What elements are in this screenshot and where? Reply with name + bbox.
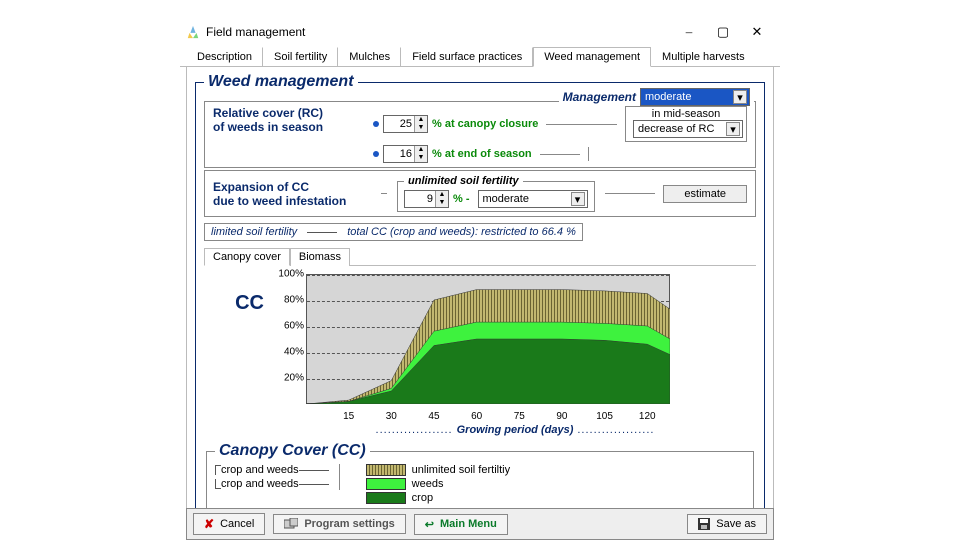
legend-r2: weeds xyxy=(412,478,444,490)
window-title: Field management xyxy=(206,25,305,39)
tab-mulches[interactable]: Mulches xyxy=(338,47,401,67)
weed-management-group: Weed management Management moderate ▾ Re… xyxy=(195,73,765,518)
y-tick: 60% xyxy=(270,321,304,332)
exp-label-2: due to weed infestation xyxy=(213,194,373,208)
closure-text: % at canopy closure xyxy=(432,118,538,130)
y-tick: 20% xyxy=(270,373,304,384)
bullet-icon xyxy=(373,151,379,157)
eos-input[interactable] xyxy=(388,147,414,161)
exp-label-1: Expansion of CC xyxy=(213,180,373,194)
return-icon: ↩ xyxy=(425,518,434,531)
x-tick: 45 xyxy=(428,411,439,422)
legend-title: Canopy Cover (CC) xyxy=(215,442,370,460)
tab-field-surface-practices[interactable]: Field surface practices xyxy=(401,47,533,67)
program-settings-button[interactable]: Program settings xyxy=(273,514,405,534)
exp-pct: % - xyxy=(453,193,470,205)
chevron-down-icon: ▾ xyxy=(733,90,747,104)
titlebar: Field management – ▢ ✕ xyxy=(180,20,780,44)
x-axis-label: Growing period (days) xyxy=(274,424,756,436)
spin-up-icon[interactable]: ▲ xyxy=(436,191,448,199)
cancel-button[interactable]: ✘ Cancel xyxy=(193,513,265,535)
x-tick: 75 xyxy=(514,411,525,422)
save-as-button[interactable]: Save as xyxy=(687,514,767,534)
tab-description[interactable]: Description xyxy=(186,47,263,67)
midseason-combo[interactable]: decrease of RC ▾ xyxy=(633,120,743,138)
management-combo[interactable]: moderate ▾ xyxy=(640,88,750,106)
subtab-biomass[interactable]: Biomass xyxy=(290,248,350,266)
midseason-value: decrease of RC xyxy=(638,123,714,135)
x-tick: 120 xyxy=(639,411,656,422)
swatch-hatch xyxy=(366,464,406,476)
x-tick: 30 xyxy=(386,411,397,422)
restrict-text: total CC (crop and weeds): restricted to… xyxy=(347,226,576,238)
save-label: Save as xyxy=(716,518,756,530)
management-value: moderate xyxy=(645,91,691,103)
legend-r1: unlimited soil fertiltiy xyxy=(412,464,510,476)
spin-up-icon[interactable]: ▲ xyxy=(415,116,427,124)
management-label: Management xyxy=(563,90,636,104)
y-tick: 40% xyxy=(270,347,304,358)
expansion-group: Expansion of CC due to weed infestation … xyxy=(204,170,756,217)
rc-label-1: Relative cover (RC) xyxy=(213,106,363,120)
legend-left-2: crop and weeds xyxy=(221,478,299,490)
tab-weed-management[interactable]: Weed management xyxy=(533,47,651,67)
rc-label-2: of weeds in season xyxy=(213,120,363,134)
tab-soil-fertility[interactable]: Soil fertility xyxy=(263,47,338,67)
group-title: Weed management xyxy=(204,73,358,91)
closure-input[interactable] xyxy=(388,117,414,131)
eos-spin[interactable]: ▲▼ xyxy=(383,145,428,163)
cancel-label: Cancel xyxy=(220,518,254,530)
exp-combo-value: moderate xyxy=(483,193,529,205)
legend-left-1: crop and weeds xyxy=(221,464,299,476)
closure-spin[interactable]: ▲▼ xyxy=(383,115,428,133)
spin-up-icon[interactable]: ▲ xyxy=(415,146,427,154)
spin-down-icon[interactable]: ▼ xyxy=(436,199,448,207)
relative-cover-group: Relative cover (RC) of weeds in season ▲… xyxy=(204,101,756,168)
maximize-button[interactable]: ▢ xyxy=(706,24,740,40)
x-tick: 105 xyxy=(596,411,613,422)
close-button[interactable]: ✕ xyxy=(740,24,774,40)
bullet-icon xyxy=(373,121,379,127)
save-icon xyxy=(698,518,710,530)
tab-multiple-harvests[interactable]: Multiple harvests xyxy=(651,47,756,67)
restrict-label: limited soil fertility xyxy=(211,226,297,238)
legend-box: Canopy Cover (CC) crop and weeds crop an… xyxy=(206,442,754,509)
canopy-chart: 20%40%60%80%100% 153045607590105120 xyxy=(270,274,670,422)
exp-input[interactable] xyxy=(409,192,435,206)
exp-spin[interactable]: ▲▼ xyxy=(404,190,449,208)
cc-axis-label: CC xyxy=(204,274,264,315)
x-tick: 15 xyxy=(343,411,354,422)
midseason-label: in mid-season xyxy=(652,108,720,120)
chevron-down-icon: ▾ xyxy=(726,122,740,136)
y-tick: 80% xyxy=(270,295,304,306)
estimate-button[interactable]: estimate xyxy=(663,185,747,203)
spin-down-icon[interactable]: ▼ xyxy=(415,124,427,132)
main-label: Main Menu xyxy=(440,518,497,530)
chevron-down-icon: ▾ xyxy=(571,192,585,206)
x-tick: 90 xyxy=(556,411,567,422)
y-tick: 100% xyxy=(270,269,304,280)
swatch-lgreen xyxy=(366,478,406,490)
swatch-dgreen xyxy=(366,492,406,504)
minimize-button[interactable]: – xyxy=(672,24,706,40)
eos-text: % at end of season xyxy=(432,148,532,160)
x-tick: 60 xyxy=(471,411,482,422)
program-label: Program settings xyxy=(304,518,394,530)
settings-icon xyxy=(284,518,298,530)
main-menu-button[interactable]: ↩ Main Menu xyxy=(414,514,508,535)
app-icon xyxy=(186,25,200,39)
spin-down-icon[interactable]: ▼ xyxy=(415,154,427,162)
main-tabs: DescriptionSoil fertilityMulchesField su… xyxy=(180,46,780,67)
x-icon: ✘ xyxy=(204,517,214,531)
chart-subtabs: Canopy coverBiomass xyxy=(204,247,756,266)
exp-combo[interactable]: moderate ▾ xyxy=(478,190,588,208)
legend-r3: crop xyxy=(412,492,433,504)
fert-legend: unlimited soil fertility xyxy=(404,175,523,187)
chart-series xyxy=(306,339,670,404)
subtab-canopy-cover[interactable]: Canopy cover xyxy=(204,248,290,266)
footer-bar: ✘ Cancel Program settings ↩ Main Menu Sav… xyxy=(186,508,774,540)
restriction-box: limited soil fertility total CC (crop an… xyxy=(204,223,583,241)
